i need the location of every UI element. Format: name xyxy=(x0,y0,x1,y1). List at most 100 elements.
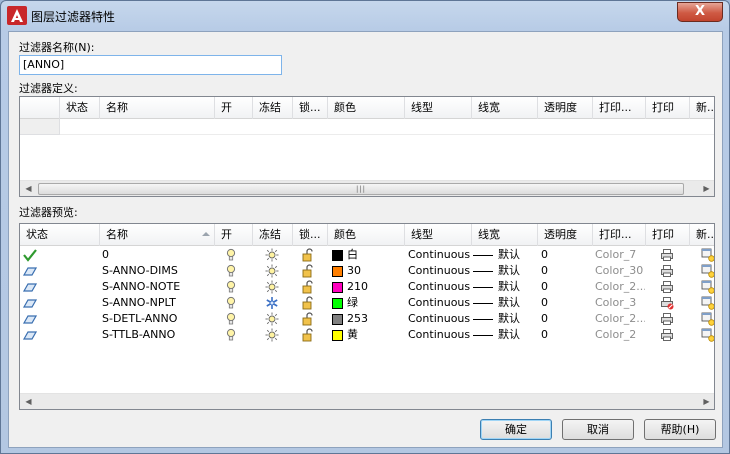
layer-row[interactable]: S-ANNO-NPLT 绿 Continuous 默认 0 Color_3 xyxy=(20,295,714,311)
column-header-lock[interactable]: 锁... xyxy=(293,97,328,119)
definition-empty-row[interactable] xyxy=(60,119,714,135)
printer-icon[interactable] xyxy=(660,280,674,294)
column-header-name[interactable]: 名称 xyxy=(100,97,215,119)
help-button[interactable]: 帮助(H) xyxy=(644,419,716,440)
lineweight-value[interactable]: 默认 xyxy=(498,279,534,295)
color-value[interactable]: 30 xyxy=(347,263,397,279)
row-selector[interactable] xyxy=(20,119,60,135)
column-header-freeze[interactable]: 冻结 xyxy=(253,97,293,119)
column-header-plot-style[interactable]: 打印... xyxy=(593,97,646,119)
preview-horizontal-scrollbar[interactable]: ◀ ▶ xyxy=(20,393,714,409)
bulb-on-icon[interactable] xyxy=(224,328,238,342)
color-swatch[interactable] xyxy=(332,282,343,293)
bulb-on-icon[interactable] xyxy=(224,280,238,294)
scroll-right-arrow-icon[interactable]: ▶ xyxy=(698,394,714,409)
column-header-status[interactable]: 状态 xyxy=(20,224,100,246)
layer-name[interactable]: 0 xyxy=(102,247,212,263)
column-header-linetype[interactable]: 线型 xyxy=(405,224,472,246)
unlock-icon[interactable] xyxy=(301,296,315,310)
scroll-thumb[interactable]: ||| xyxy=(38,183,684,195)
close-button[interactable]: X xyxy=(677,2,723,22)
column-header-color[interactable]: 颜色 xyxy=(328,97,405,119)
linetype-value[interactable]: Continuous xyxy=(408,327,470,343)
bulb-on-icon[interactable] xyxy=(224,264,238,278)
new-vp-freeze-icon[interactable] xyxy=(701,328,714,342)
new-vp-freeze-icon[interactable] xyxy=(701,280,714,294)
unlock-icon[interactable] xyxy=(301,312,315,326)
layer-row[interactable]: S-DETL-ANNO 253 Continuous 默认 0 Color_2... xyxy=(20,311,714,327)
column-header-lineweight[interactable]: 线宽 xyxy=(472,97,538,119)
color-value[interactable]: 黄 xyxy=(347,327,397,343)
column-header-transparency[interactable]: 透明度 xyxy=(538,224,593,246)
column-header-freeze[interactable]: 冻结 xyxy=(253,224,293,246)
color-swatch[interactable] xyxy=(332,250,343,261)
transparency-value[interactable]: 0 xyxy=(541,247,589,263)
bulb-on-icon[interactable] xyxy=(224,296,238,310)
color-swatch[interactable] xyxy=(332,266,343,277)
lineweight-value[interactable]: 默认 xyxy=(498,327,534,343)
layer-row[interactable]: 0 白 Continuous 默认 0 Color_7 xyxy=(20,247,714,263)
linetype-value[interactable]: Continuous xyxy=(408,311,470,327)
layer-row[interactable]: S-TTLB-ANNO 黄 Continuous 默认 0 Color_2 xyxy=(20,327,714,343)
printer-icon[interactable] xyxy=(660,312,674,326)
linetype-value[interactable]: Continuous xyxy=(408,279,470,295)
cancel-button[interactable]: 取消 xyxy=(562,419,634,440)
color-swatch[interactable] xyxy=(332,330,343,341)
color-value[interactable]: 绿 xyxy=(347,295,397,311)
new-vp-freeze-icon[interactable] xyxy=(701,248,714,262)
definition-horizontal-scrollbar[interactable]: ◀ ||| ▶ xyxy=(20,180,714,196)
scroll-left-arrow-icon[interactable]: ◀ xyxy=(20,181,37,196)
unlock-icon[interactable] xyxy=(301,328,315,342)
ok-button[interactable]: 确定 xyxy=(480,419,552,440)
printer-icon[interactable] xyxy=(660,328,674,342)
column-header-new-vp-freeze[interactable]: 新... xyxy=(690,224,714,246)
sun-thaw-icon[interactable] xyxy=(265,264,279,278)
sun-thaw-icon[interactable] xyxy=(265,248,279,262)
column-header-color[interactable]: 颜色 xyxy=(328,224,405,246)
layer-row[interactable]: S-ANNO-DIMS 30 Continuous 默认 0 Color_30 xyxy=(20,263,714,279)
transparency-value[interactable]: 0 xyxy=(541,295,589,311)
unlock-icon[interactable] xyxy=(301,264,315,278)
color-value[interactable]: 253 xyxy=(347,311,397,327)
column-header-plot[interactable]: 打印 xyxy=(646,97,690,119)
column-header-status[interactable]: 状态 xyxy=(60,97,100,119)
transparency-value[interactable]: 0 xyxy=(541,327,589,343)
layer-name[interactable]: S-TTLB-ANNO xyxy=(102,327,212,343)
new-vp-freeze-icon[interactable] xyxy=(701,312,714,326)
linetype-value[interactable]: Continuous xyxy=(408,247,470,263)
title-bar[interactable]: 图层过滤器特性 X xyxy=(1,1,729,31)
unlock-icon[interactable] xyxy=(301,280,315,294)
lineweight-value[interactable]: 默认 xyxy=(498,295,534,311)
column-header-new-vp-freeze[interactable]: 新... xyxy=(690,97,714,119)
scroll-left-arrow-icon[interactable]: ◀ xyxy=(20,394,37,409)
filter-name-input[interactable]: [ANNO] xyxy=(19,55,282,75)
column-header-plot-style[interactable]: 打印... xyxy=(593,224,646,246)
lineweight-value[interactable]: 默认 xyxy=(498,263,534,279)
printer-icon[interactable] xyxy=(660,264,674,278)
no-plot-printer-icon[interactable] xyxy=(660,296,674,310)
lineweight-value[interactable]: 默认 xyxy=(498,311,534,327)
new-vp-freeze-icon[interactable] xyxy=(701,264,714,278)
column-header-lock[interactable]: 锁... xyxy=(293,224,328,246)
snowflake-frozen-icon[interactable] xyxy=(265,296,279,310)
sun-thaw-icon[interactable] xyxy=(265,312,279,326)
new-vp-freeze-icon[interactable] xyxy=(701,296,714,310)
scroll-right-arrow-icon[interactable]: ▶ xyxy=(698,181,714,196)
layer-name[interactable]: S-ANNO-NPLT xyxy=(102,295,212,311)
sun-thaw-icon[interactable] xyxy=(265,328,279,342)
column-header-plot[interactable]: 打印 xyxy=(646,224,690,246)
column-header-lineweight[interactable]: 线宽 xyxy=(472,224,538,246)
column-header-linetype[interactable]: 线型 xyxy=(405,97,472,119)
lineweight-value[interactable]: 默认 xyxy=(498,247,534,263)
sun-thaw-icon[interactable] xyxy=(265,280,279,294)
color-swatch[interactable] xyxy=(332,314,343,325)
layer-name[interactable]: S-ANNO-NOTE xyxy=(102,279,212,295)
color-value[interactable]: 210 xyxy=(347,279,397,295)
filter-definition-grid[interactable]: 状态 名称 开 冻结 锁... 颜色 线型 线宽 透明度 打印... 打印 新.… xyxy=(19,96,715,197)
printer-icon[interactable] xyxy=(660,248,674,262)
column-header-transparency[interactable]: 透明度 xyxy=(538,97,593,119)
layer-row[interactable]: S-ANNO-NOTE 210 Continuous 默认 0 Color_2... xyxy=(20,279,714,295)
linetype-value[interactable]: Continuous xyxy=(408,295,470,311)
transparency-value[interactable]: 0 xyxy=(541,279,589,295)
unlock-icon[interactable] xyxy=(301,248,315,262)
